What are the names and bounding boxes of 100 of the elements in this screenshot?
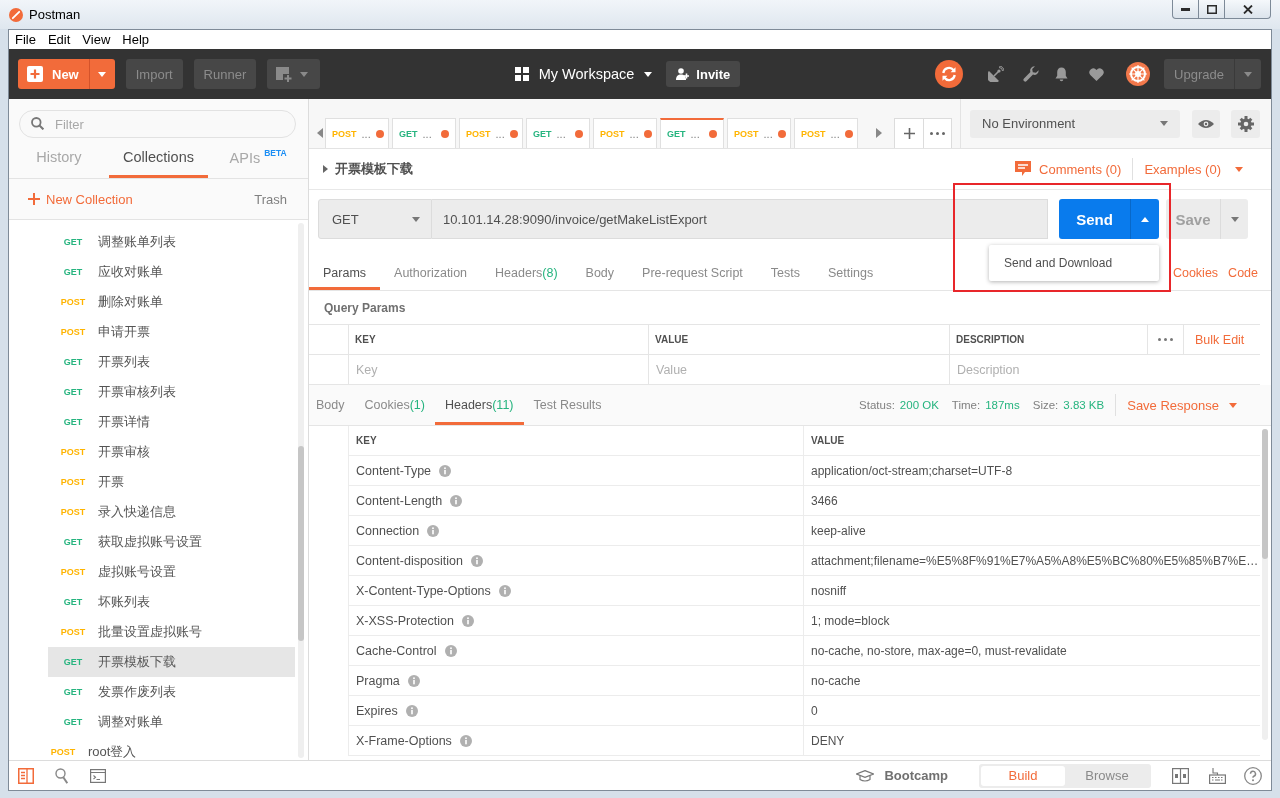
method-dropdown[interactable]: GET — [318, 199, 432, 239]
upgrade-button[interactable]: Upgrade — [1164, 59, 1234, 89]
wrench-icon[interactable] — [1023, 66, 1039, 82]
info-icon[interactable] — [444, 644, 457, 657]
request-tab[interactable]: POST ... — [727, 118, 791, 148]
request-item[interactable]: GET 开票列表 — [48, 347, 295, 377]
info-icon[interactable] — [471, 554, 483, 567]
environment-quick-look-button[interactable] — [1192, 109, 1220, 138]
request-item[interactable]: POST 申请开票 — [48, 317, 295, 347]
request-item[interactable]: GET 应收对账单 — [48, 257, 295, 287]
send-menu-button[interactable] — [1130, 199, 1159, 239]
request-item[interactable]: GET 开票详情 — [48, 407, 295, 437]
link[interactable]: Code — [1228, 266, 1258, 280]
request-item[interactable]: GET 调整账单列表 — [48, 227, 295, 257]
request-section-tab[interactable]: Headers(8) — [481, 256, 572, 290]
request-item[interactable]: GET 坏账列表 — [48, 587, 295, 617]
keyboard-icon[interactable] — [1209, 767, 1226, 784]
mode-tab[interactable]: Browse — [1065, 765, 1149, 786]
request-section-tab[interactable]: Body — [571, 256, 629, 290]
request-section-tab[interactable]: Pre-request Script — [628, 256, 757, 290]
heart-icon[interactable] — [1089, 67, 1104, 81]
info-icon[interactable] — [498, 584, 511, 597]
value-field[interactable]: Value — [648, 355, 949, 385]
trash-button[interactable]: Trash — [254, 191, 287, 207]
scrollbar[interactable] — [298, 223, 304, 758]
info-icon[interactable] — [407, 674, 420, 687]
response-tab[interactable]: Cookies(1) — [354, 385, 435, 425]
runner-button[interactable]: Runner — [193, 59, 257, 89]
scrollbar-thumb[interactable] — [298, 446, 304, 641]
new-collection-button[interactable]: New Collection — [28, 191, 133, 207]
sidebar-tab[interactable]: APIs $^{BETA}$ — [208, 138, 308, 178]
response-tab[interactable]: Body — [309, 385, 355, 425]
request-item[interactable]: POST 开票 — [48, 467, 295, 497]
request-tab[interactable]: GET ... — [526, 118, 590, 148]
avatar-icon[interactable] — [1126, 62, 1150, 86]
info-icon[interactable] — [405, 704, 418, 717]
description-field[interactable]: Description — [949, 355, 1260, 385]
scrollbar[interactable] — [1262, 429, 1268, 740]
environment-dropdown[interactable]: No Environment — [970, 109, 1180, 138]
request-section-tab[interactable]: Authorization — [380, 256, 482, 290]
caret-right-icon[interactable] — [876, 128, 882, 138]
more-icon[interactable] — [1158, 338, 1173, 341]
request-section-tab[interactable]: Params — [309, 256, 381, 290]
new-button[interactable]: New — [18, 59, 89, 89]
console-icon[interactable] — [90, 768, 106, 783]
send-button[interactable]: Send — [1059, 199, 1130, 239]
invite-button[interactable]: Invite — [666, 61, 741, 87]
menu-item[interactable]: Edit — [41, 30, 77, 49]
maximize-button[interactable] — [1198, 0, 1225, 19]
search-field[interactable]: Filter — [19, 110, 296, 138]
new-window-button[interactable] — [267, 59, 321, 89]
search-icon[interactable] — [55, 767, 68, 784]
sync-icon[interactable] — [935, 60, 963, 88]
request-tab[interactable]: GET ... — [392, 118, 456, 148]
new-menu-button[interactable] — [88, 59, 115, 89]
satellite-dish-icon[interactable] — [988, 66, 1004, 82]
info-icon[interactable] — [427, 524, 440, 537]
info-icon[interactable] — [439, 464, 452, 477]
sidebar-tab[interactable]: Collections — [108, 138, 209, 178]
response-tab[interactable]: Test Results — [523, 385, 612, 425]
import-button[interactable]: Import — [125, 59, 183, 89]
request-section-tab[interactable]: Settings — [814, 256, 888, 290]
mode-tab[interactable]: Build — [981, 765, 1065, 786]
sidebar-icon[interactable] — [18, 767, 34, 784]
workspace-menu[interactable]: My Workspace — [514, 66, 653, 82]
examples-button[interactable]: Examples (0) — [1144, 161, 1243, 177]
request-item[interactable]: GET 发票作废列表 — [48, 677, 295, 707]
menu-item[interactable]: File — [9, 30, 42, 49]
request-item[interactable]: GET 获取虚拟账号设置 — [48, 527, 295, 557]
key-field[interactable]: Key — [348, 355, 648, 385]
request-item[interactable]: POST 批量设置虚拟账号 — [48, 617, 295, 647]
help-icon[interactable] — [1244, 766, 1262, 785]
more-tabs-button[interactable] — [923, 118, 952, 148]
minimize-button[interactable] — [1172, 0, 1199, 19]
request-section-tab[interactable]: Tests — [756, 256, 814, 290]
bulk-edit-link[interactable]: Bulk Edit — [1195, 332, 1245, 347]
comments-button[interactable]: Comments (0) — [1015, 161, 1122, 177]
request-item[interactable]: GET 调整对账单 — [48, 707, 295, 737]
menu-item[interactable]: View — [76, 30, 117, 49]
request-item[interactable]: POST 录入快递信息 — [48, 497, 295, 527]
info-icon[interactable] — [461, 614, 474, 627]
caret-right-icon[interactable] — [323, 165, 328, 173]
settings-button[interactable] — [1231, 109, 1260, 138]
request-tab[interactable]: GET ... — [660, 118, 724, 148]
save-button[interactable]: Save — [1166, 199, 1220, 239]
menu-item[interactable]: Send and Download — [989, 245, 1128, 281]
request-item[interactable]: GET 开票模板下载 — [48, 647, 295, 677]
bootcamp-button[interactable]: Bootcamp — [856, 768, 948, 783]
info-icon[interactable] — [450, 494, 463, 507]
bell-icon[interactable] — [1055, 66, 1068, 82]
caret-left-icon[interactable] — [317, 128, 323, 138]
new-tab-button[interactable] — [894, 118, 923, 148]
close-button[interactable] — [1224, 0, 1271, 19]
menu-item[interactable]: Help — [116, 30, 156, 49]
request-item[interactable]: POST root登入 — [38, 737, 295, 760]
request-item[interactable]: POST 开票审核 — [48, 437, 295, 467]
request-item[interactable]: GET 开票审核列表 — [48, 377, 295, 407]
response-tab[interactable]: Headers(11) — [434, 385, 524, 425]
split-pane-icon[interactable] — [1172, 767, 1189, 784]
sidebar-tab[interactable]: History — [9, 138, 109, 178]
